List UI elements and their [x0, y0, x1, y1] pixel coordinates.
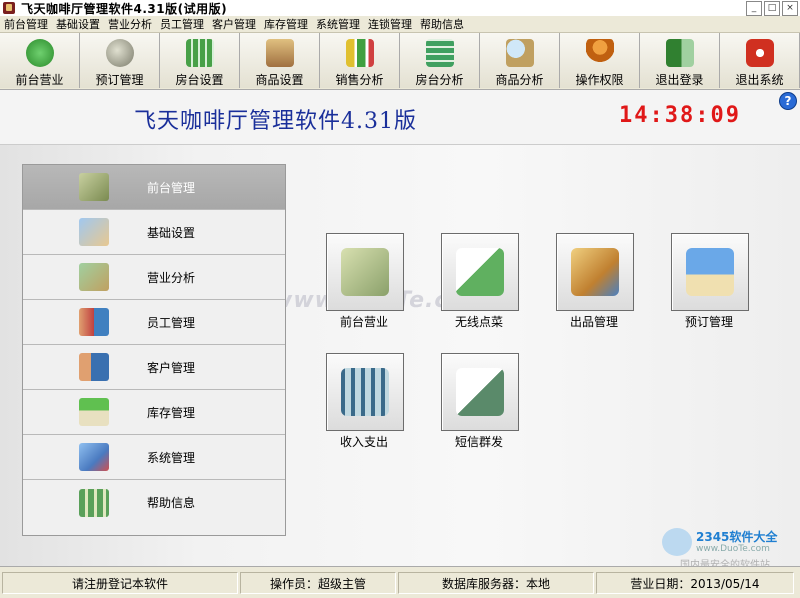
sidebar-item-label: 系统管理 — [147, 450, 196, 465]
tile-label-wireless-order: 无线点菜 — [454, 315, 503, 329]
menu-item-front[interactable]: 前台管理 — [0, 16, 52, 32]
exit-door-icon — [665, 39, 694, 67]
sidebar-item-basic-settings[interactable]: 基础设置 — [23, 210, 285, 255]
tile-income-expense[interactable] — [326, 353, 404, 431]
menu-item-help[interactable]: 帮助信息 — [416, 16, 468, 32]
sidebar-item-label: 帮助信息 — [147, 496, 196, 510]
tile-label-product-output: 出品管理 — [569, 315, 618, 329]
clock-display: 14:38:09 — [619, 103, 741, 128]
abacus-icon — [341, 368, 389, 416]
status-bar: 请注册登记本软件 操作员：超级主管 数据库服务器：本地 营业日期：2013/05… — [0, 566, 800, 598]
menu-item-chain[interactable]: 连锁管理 — [364, 16, 416, 32]
toolbar-button-product-analysis[interactable]: 商品分析 — [480, 33, 560, 88]
tile-label-front-business: 前台营业 — [339, 315, 388, 329]
help-icon[interactable]: ? — [779, 92, 797, 110]
menu-item-system[interactable]: 系统管理 — [312, 16, 364, 32]
sidebar-item-label: 库存管理 — [147, 405, 196, 420]
window-controls: _ □ × — [746, 1, 798, 16]
toolbar: 前台营业 预订管理 房台设置 商品设置 销售分析 房台分析 商品分析 操作权限 … — [0, 33, 800, 90]
sidebar-nav: 前台管理 基础设置 营业分析 员工管理 客户管理 库存管理 系统管理 帮助信息 — [22, 164, 286, 536]
maximize-button[interactable]: □ — [764, 1, 780, 16]
close-button[interactable]: × — [782, 1, 798, 16]
status-register[interactable]: 请注册登记本软件 — [2, 571, 238, 594]
tile-label-income-expense: 收入支出 — [339, 435, 388, 449]
grid-analysis-icon — [425, 39, 454, 67]
menu-item-staff[interactable]: 员工管理 — [156, 16, 208, 32]
sidebar-item-front[interactable]: 前台管理 — [23, 165, 285, 210]
mascot-icon — [662, 528, 692, 556]
toolbar-button-logout[interactable]: 退出登录 — [640, 33, 720, 88]
watermark-brand: 2345软件大全 — [696, 530, 778, 544]
help-books-icon — [79, 488, 109, 517]
status-operator: 操作员：超级主管 — [240, 571, 396, 594]
sidebar-item-label: 客户管理 — [147, 360, 196, 375]
staff-icon — [79, 308, 109, 336]
window-title: 飞天咖啡厅管理软件4.31版(试用版) — [21, 1, 228, 16]
minimize-button[interactable]: _ — [746, 1, 762, 16]
sidebar-item-label: 前台管理 — [147, 180, 196, 195]
cash-register-icon — [25, 39, 54, 67]
tile-product-output[interactable] — [556, 233, 634, 311]
toolbar-button-reservation[interactable]: 预订管理 — [80, 33, 160, 88]
sidebar-item-system[interactable]: 系统管理 — [23, 435, 285, 480]
register-tile-icon — [341, 248, 389, 296]
tile-reservation[interactable] — [671, 233, 749, 311]
register-icon — [79, 173, 109, 201]
status-business-date: 营业日期：2013/05/14 — [596, 571, 794, 594]
watermark-url: www.DuoTe.com — [696, 544, 770, 554]
toolbar-button-table-settings[interactable]: 房台设置 — [160, 33, 240, 88]
menu-item-business-analysis[interactable]: 营业分析 — [104, 16, 156, 32]
sms-mail-icon — [456, 368, 504, 416]
tile-wireless-order[interactable] — [441, 233, 519, 311]
toolbar-button-front-business[interactable]: 前台营业 — [0, 33, 80, 88]
customer-icon — [79, 353, 109, 381]
sidebar-item-label: 营业分析 — [147, 270, 196, 285]
wireless-order-icon — [456, 248, 504, 296]
menu-item-basic-settings[interactable]: 基础设置 — [52, 16, 104, 32]
tile-sms-broadcast[interactable] — [441, 353, 519, 431]
watermark-badge: 2345软件大全 www.DuoTe.com 国内最安全的软件站 — [660, 524, 798, 571]
reservation-book-icon — [686, 248, 734, 296]
toolbar-button-exit-system[interactable]: 退出系统 — [720, 33, 800, 88]
analysis-chart-icon — [79, 263, 109, 291]
delivery-icon — [571, 248, 619, 296]
status-db-server: 数据库服务器：本地 — [398, 571, 594, 594]
menu-item-customers[interactable]: 客户管理 — [208, 16, 260, 32]
settings-book-icon — [79, 218, 109, 246]
menu-bar: 前台管理 基础设置 营业分析 员工管理 客户管理 库存管理 系统管理 连锁管理 … — [0, 16, 800, 33]
tile-label-sms-broadcast: 短信群发 — [454, 435, 503, 449]
app-logo-icon — [3, 2, 15, 14]
warehouse-icon — [79, 398, 109, 426]
tile-front-business[interactable] — [326, 233, 404, 311]
title-bar: 飞天咖啡厅管理软件4.31版(试用版) _ □ × — [0, 0, 800, 16]
sidebar-item-help[interactable]: 帮助信息 — [23, 480, 285, 525]
toolbar-button-permissions[interactable]: 操作权限 — [560, 33, 640, 88]
toolbar-button-sales-analysis[interactable]: 销售分析 — [320, 33, 400, 88]
sidebar-item-business-analysis[interactable]: 营业分析 — [23, 255, 285, 300]
menu-item-inventory[interactable]: 库存管理 — [260, 16, 312, 32]
user-lock-icon — [585, 39, 614, 67]
globe-icon — [105, 39, 134, 67]
bar-chart-icon — [345, 39, 374, 67]
sidebar-item-customers[interactable]: 客户管理 — [23, 345, 285, 390]
sidebar-item-label: 基础设置 — [147, 225, 196, 240]
magnifier-box-icon — [505, 39, 534, 67]
sidebar-item-label: 员工管理 — [147, 315, 196, 330]
toolbar-button-product-settings[interactable]: 商品设置 — [240, 33, 320, 88]
tile-label-reservation: 预订管理 — [684, 315, 733, 329]
system-monitor-icon — [79, 443, 109, 471]
power-icon — [745, 39, 774, 67]
app-title: 飞天咖啡厅管理软件4.31版 — [134, 109, 417, 134]
sidebar-item-staff[interactable]: 员工管理 — [23, 300, 285, 345]
sidebar-item-inventory[interactable]: 库存管理 — [23, 390, 285, 435]
box-stack-icon — [265, 39, 294, 67]
toolbar-button-table-analysis[interactable]: 房台分析 — [400, 33, 480, 88]
grid-table-icon — [185, 39, 214, 67]
